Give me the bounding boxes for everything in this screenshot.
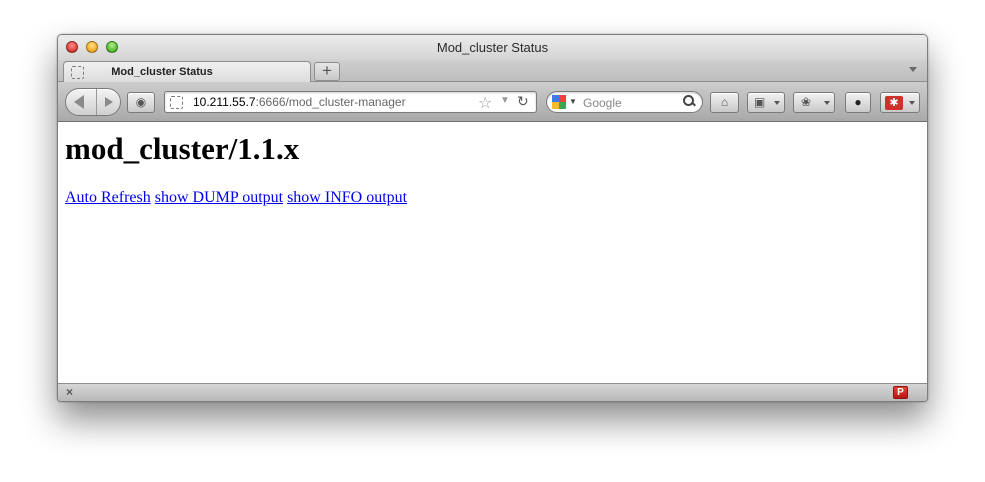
show-dump-output-link[interactable]: show DUMP output <box>155 189 283 206</box>
site-identity-icon <box>170 96 183 109</box>
bookmarks-icon: ▣ <box>754 95 766 109</box>
bookmark-star-icon[interactable]: ☆ <box>478 93 492 113</box>
evernote-button[interactable]: ● <box>845 92 871 113</box>
browser-window: Mod_cluster Status Mod_cluster Status + … <box>57 34 928 402</box>
tab-list-chevron-icon[interactable] <box>909 67 917 72</box>
url-history-dropdown-icon[interactable]: ▼ <box>500 95 510 106</box>
tab-overview-icon: ◉ <box>135 95 147 109</box>
url-text[interactable]: 10.211.55.7:6666/mod_cluster-manager <box>193 95 406 109</box>
window-title: Mod_cluster Status <box>436 40 549 55</box>
tab-mod-cluster-status[interactable]: Mod_cluster Status <box>63 61 311 83</box>
extension-icon: ❀ <box>801 95 812 109</box>
google-icon[interactable] <box>552 95 566 109</box>
addon-menu-button[interactable]: ✱ <box>880 92 920 113</box>
back-button[interactable] <box>66 89 97 115</box>
reload-icon[interactable]: ↻ <box>517 93 529 110</box>
url-bar[interactable]: 10.211.55.7:6666/mod_cluster-manager ☆ ▼… <box>164 91 537 113</box>
title-bar[interactable]: Mod_cluster Status <box>58 35 927 60</box>
page-content: mod_cluster/1.1.x Auto Refresh show DUMP… <box>58 123 927 385</box>
forward-button[interactable] <box>98 89 120 115</box>
close-addon-bar-icon[interactable]: × <box>66 385 73 399</box>
tab-strip: Mod_cluster Status + <box>58 60 927 83</box>
auto-refresh-link[interactable]: Auto Refresh <box>65 189 151 206</box>
tab-label: Mod_cluster Status <box>111 66 213 78</box>
url-path: :6666/mod_cluster-manager <box>255 95 406 109</box>
addon-status-icon[interactable]: P <box>893 386 908 399</box>
search-bar[interactable]: ▼ Google <box>546 91 703 113</box>
tab-overview-button[interactable]: ◉ <box>127 92 155 113</box>
home-button[interactable]: ⌂ <box>710 92 739 113</box>
home-icon: ⌂ <box>720 95 729 109</box>
addon-icon: ✱ <box>885 96 903 110</box>
back-forward-group <box>65 88 121 116</box>
evernote-icon: ● <box>854 95 862 109</box>
new-tab-button[interactable]: + <box>314 62 340 81</box>
page-title: mod_cluster/1.1.x <box>65 131 300 166</box>
search-engine-dropdown-icon[interactable]: ▼ <box>569 97 577 106</box>
magnifier-icon[interactable] <box>682 94 696 108</box>
url-host: 10.211.55.7 <box>193 95 256 109</box>
status-bar: × P <box>58 383 927 401</box>
bookmarks-button[interactable]: ▣ <box>747 92 785 113</box>
navigation-toolbar: ◉ 10.211.55.7:6666/mod_cluster-manager ☆… <box>58 82 927 122</box>
show-info-output-link[interactable]: show INFO output <box>287 189 407 206</box>
search-input[interactable]: Google <box>583 96 622 110</box>
action-links: Auto Refresh show DUMP output show INFO … <box>65 189 407 207</box>
extension-button[interactable]: ❀ <box>793 92 835 113</box>
